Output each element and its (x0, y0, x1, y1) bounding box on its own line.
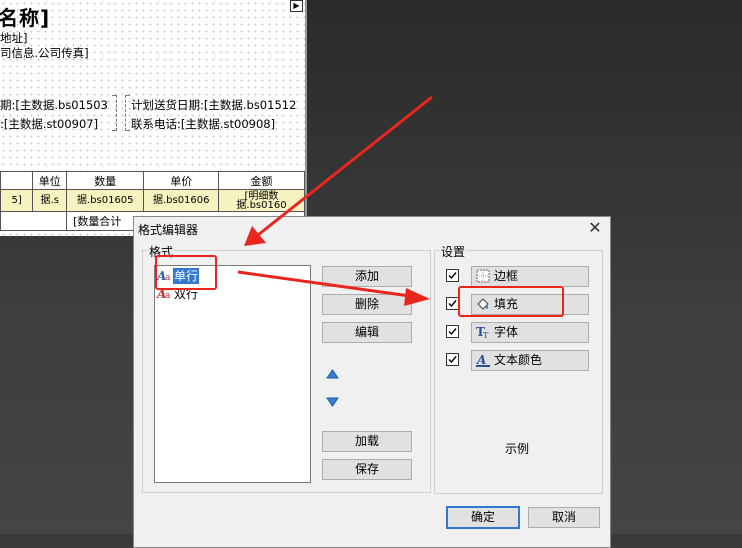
cancel-button[interactable]: 取消 (528, 507, 600, 528)
font-setting-label: 字体 (494, 325, 519, 339)
field-bracket (112, 95, 117, 131)
font-icon: TT (476, 325, 490, 340)
detail-cell[interactable]: 5] (0, 189, 34, 212)
detail-cell-text: 据.bs0160 (236, 199, 287, 211)
annotation-box-fill-setting (458, 286, 564, 317)
annotation-box-format-item (155, 255, 217, 290)
font-setting-button[interactable]: T T 字体 (471, 322, 589, 343)
close-icon[interactable]: ✕ (584, 219, 606, 237)
save-button[interactable]: 保存 (322, 459, 412, 480)
border-icon (476, 269, 490, 283)
company-info-field[interactable]: 司信息.公司传真] (0, 45, 89, 61)
detail-cell[interactable]: 据.bs01606 (143, 189, 219, 212)
address-field[interactable]: 地址] (0, 30, 28, 46)
add-button[interactable]: 添加 (322, 266, 412, 287)
report-canvas[interactable]: 名称] 地址] 司信息.公司传真] 期:[主数据.bs01503 计划送货日期:… (0, 0, 305, 236)
quantity-total-text: [数量合计 (73, 215, 122, 228)
date-field[interactable]: 期:[主数据.bs01503 (0, 97, 108, 113)
expand-arrow-icon[interactable]: ▶ (290, 0, 303, 12)
detail-cell-text: 据.bs01606 (152, 195, 210, 206)
text-color-icon: A (476, 353, 490, 367)
report-title-field[interactable]: 名称] (0, 2, 50, 31)
table-header-cell[interactable]: 数量 (66, 171, 145, 190)
field-bracket (125, 95, 130, 131)
detail-cell-text: 据.s (40, 195, 59, 206)
dialog-title: 格式编辑器 (138, 223, 199, 237)
edit-button[interactable]: 编辑 (322, 322, 412, 343)
table-header-cell[interactable]: 金额 (217, 171, 305, 190)
detail-cell[interactable]: 据.s (32, 189, 68, 212)
st00907-field[interactable]: :[主数据.st00907] (0, 116, 98, 132)
delete-button[interactable]: 删除 (322, 294, 412, 315)
table-header-cell[interactable]: 单位 (32, 171, 68, 190)
text-color-setting-button[interactable]: A 文本颜色 (471, 350, 589, 371)
detail-cell-text: 5] (11, 195, 22, 206)
phone-field[interactable]: 联系电话:[主数据.st00908] (131, 116, 275, 132)
detail-cell-text: 据.bs01605 (76, 195, 134, 206)
settings-group-label: 设置 (440, 243, 467, 260)
border-checkbox[interactable] (446, 269, 459, 282)
table-header-cell[interactable]: 单价 (143, 171, 219, 190)
table-header-cell[interactable] (0, 171, 34, 190)
text-color-checkbox[interactable] (446, 353, 459, 366)
format-list[interactable]: Aa 单行 Aa 双行 (154, 265, 311, 483)
canvas-edge (305, 0, 307, 236)
svg-text:A: A (476, 353, 486, 367)
footer-cell[interactable] (0, 211, 68, 231)
delivery-date-field[interactable]: 计划送货日期:[主数据.bs01512 (131, 97, 296, 113)
detail-cell[interactable]: 据.bs01605 (66, 189, 145, 212)
detail-cell[interactable]: [明细数 据.bs0160 (217, 189, 305, 212)
move-down-icon[interactable] (324, 393, 341, 410)
ok-button[interactable]: 确定 (446, 506, 520, 529)
load-button[interactable]: 加载 (322, 431, 412, 452)
move-up-icon[interactable] (324, 366, 341, 383)
svg-text:T: T (483, 331, 489, 339)
border-setting-button[interactable]: 边框 (471, 266, 589, 287)
font-checkbox[interactable] (446, 325, 459, 338)
border-setting-label: 边框 (494, 269, 519, 283)
text-color-setting-label: 文本颜色 (494, 353, 543, 367)
preview-label: 示例 (505, 442, 530, 456)
